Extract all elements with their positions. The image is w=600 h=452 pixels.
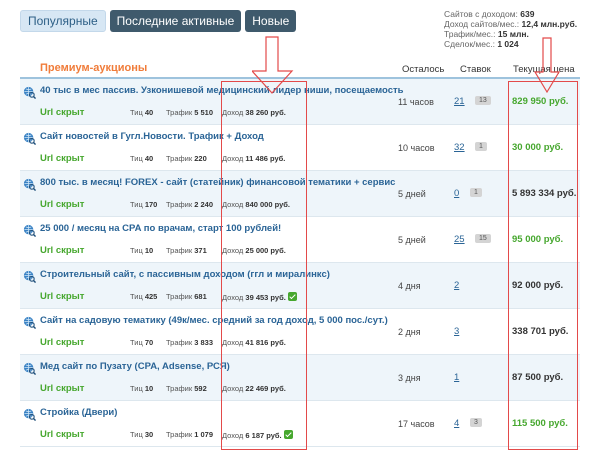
- traffic-value: Трафик 371: [166, 246, 207, 255]
- annotation-arrow-income: [252, 36, 294, 94]
- stat-sites: Сайтов с доходом: 639: [444, 9, 535, 19]
- tic-value: Тиц 10: [130, 384, 154, 393]
- globe-search-icon: [23, 132, 36, 145]
- new-bids-badge: 15: [475, 234, 491, 243]
- globe-search-icon: [23, 86, 36, 99]
- url-hidden-label: Url скрыт: [40, 383, 85, 394]
- globe-search-icon: [23, 316, 36, 329]
- bids-count-link[interactable]: 2: [454, 280, 459, 291]
- tic-value: Тиц 170: [130, 200, 158, 209]
- stat-income: Доход сайтов/мес.: 12,4 млн.руб.: [444, 19, 578, 29]
- globe-search-icon: [23, 270, 36, 283]
- globe-search-icon: [23, 224, 36, 237]
- globe-search-icon: [23, 408, 36, 421]
- annotation-arrow-price: [533, 37, 561, 94]
- bids-count-link[interactable]: 21: [454, 96, 465, 107]
- bids-count-link[interactable]: 25: [454, 234, 465, 245]
- column-bids: Ставок: [460, 64, 491, 75]
- bids-count-link[interactable]: 1: [454, 372, 459, 383]
- section-title: Премиум-аукционы: [40, 62, 148, 74]
- annotation-price-box: [508, 81, 578, 450]
- url-hidden-label: Url скрыт: [40, 429, 85, 440]
- time-remaining: 4 дня: [398, 281, 421, 291]
- url-hidden-label: Url скрыт: [40, 153, 85, 164]
- new-bids-badge: 1: [475, 142, 487, 151]
- time-remaining: 5 дней: [398, 189, 426, 199]
- annotation-income-box: [221, 81, 307, 450]
- globe-search-icon: [23, 362, 36, 375]
- url-hidden-label: Url скрыт: [40, 199, 85, 210]
- tabs-bar: Популярные Последние активные Новые: [20, 10, 297, 32]
- url-hidden-label: Url скрыт: [40, 107, 85, 118]
- traffic-value: Трафик 1 079: [166, 430, 214, 439]
- new-bids-badge: 3: [470, 418, 482, 427]
- url-hidden-label: Url скрыт: [40, 291, 85, 302]
- bids-count-link[interactable]: 0: [454, 188, 459, 199]
- tic-value: Тиц 10: [130, 246, 154, 255]
- new-bids-badge: 1: [470, 188, 482, 197]
- tic-value: Тиц 425: [130, 292, 158, 301]
- column-remaining: Осталось: [402, 64, 445, 75]
- new-bids-badge: 13: [475, 96, 491, 105]
- traffic-value: Трафик 681: [166, 292, 207, 301]
- time-remaining: 5 дней: [398, 235, 426, 245]
- traffic-value: Трафик 2 240: [166, 200, 214, 209]
- tic-value: Тиц 70: [130, 338, 154, 347]
- url-hidden-label: Url скрыт: [40, 337, 85, 348]
- time-remaining: 17 часов: [398, 419, 435, 429]
- time-remaining: 2 дня: [398, 327, 421, 337]
- tic-value: Тиц 40: [130, 154, 154, 163]
- time-remaining: 11 часов: [398, 97, 434, 107]
- tab-recently-active[interactable]: Последние активные: [109, 10, 242, 32]
- traffic-value: Трафик 3 833: [166, 338, 214, 347]
- traffic-value: Трафик 220: [166, 154, 207, 163]
- tab-new[interactable]: Новые: [245, 10, 297, 32]
- tic-value: Тиц 40: [130, 108, 154, 117]
- globe-search-icon: [23, 178, 36, 191]
- url-hidden-label: Url скрыт: [40, 245, 85, 256]
- tab-popular[interactable]: Популярные: [20, 10, 106, 32]
- traffic-value: Трафик 592: [166, 384, 207, 393]
- bids-count-link[interactable]: 32: [454, 142, 465, 153]
- time-remaining: 10 часов: [398, 143, 435, 153]
- tic-value: Тиц 30: [130, 430, 154, 439]
- traffic-value: Трафик 5 510: [166, 108, 214, 117]
- bids-count-link[interactable]: 4: [454, 418, 459, 429]
- bids-count-link[interactable]: 3: [454, 326, 459, 337]
- time-remaining: 3 дня: [398, 373, 421, 383]
